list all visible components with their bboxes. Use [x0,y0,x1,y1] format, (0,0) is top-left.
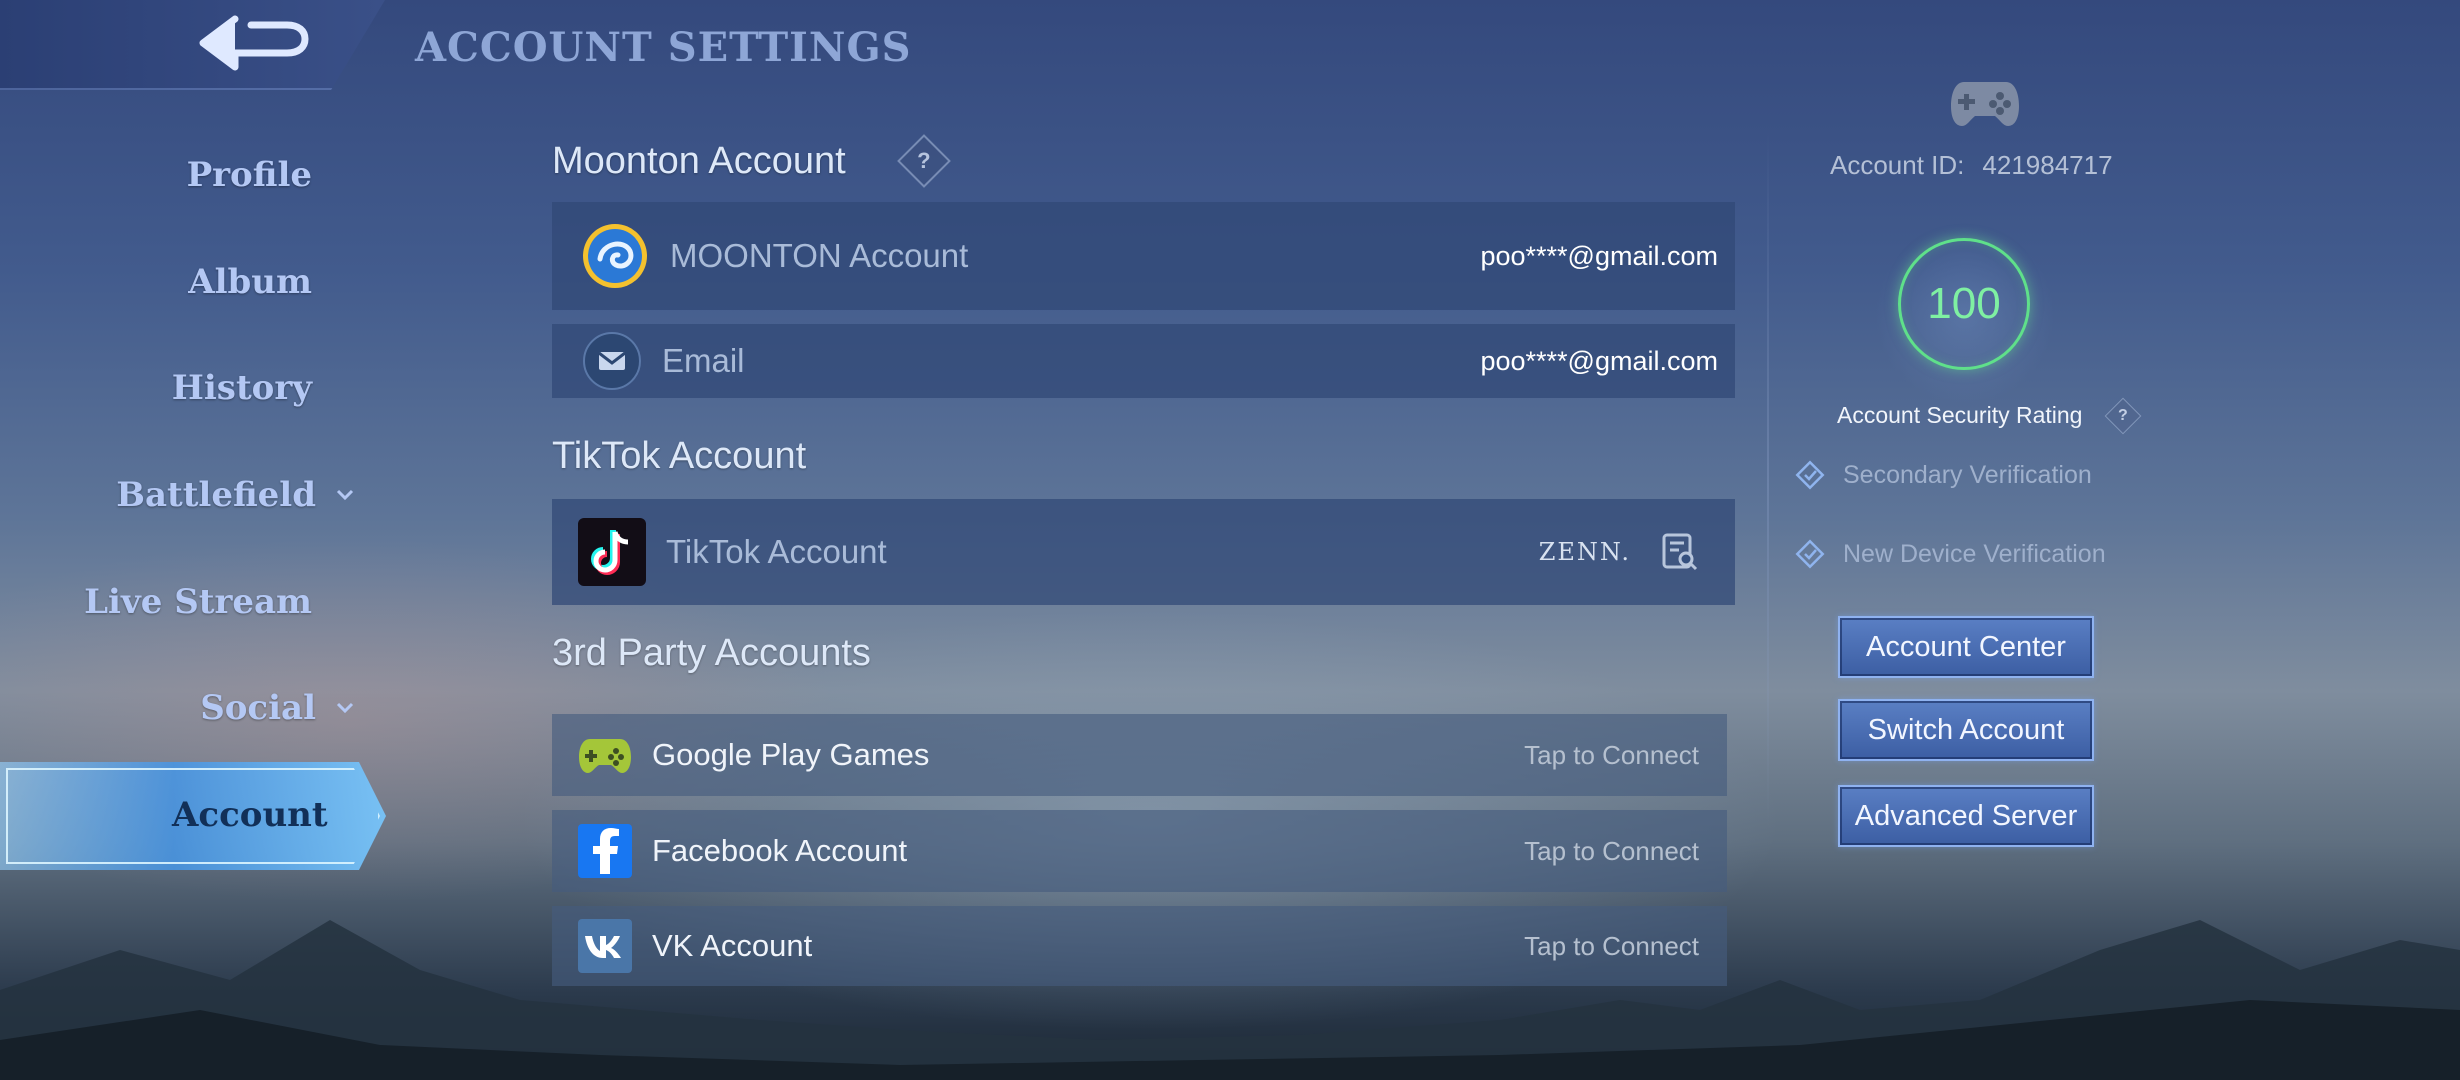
nav-item-label: Battlefield [116,475,316,515]
verification-label: New Device Verification [1843,539,2106,568]
verification-check-icon [1795,539,1825,569]
search-document-icon[interactable] [1659,531,1701,573]
vk-account-row[interactable]: VK Account Tap to Connect [552,906,1727,986]
panel-divider [1767,130,1769,830]
google-play-games-row[interactable]: Google Play Games Tap to Connect [552,714,1727,796]
nav-item-social[interactable]: Social [200,688,356,728]
moonton-section-title: Moonton Account [552,140,846,182]
facebook-icon [578,824,632,878]
account-id: Account ID: 421984717 [1830,150,2130,181]
new-device-verification[interactable]: New Device Verification [1795,539,2106,569]
help-icon: ? [917,147,931,173]
advanced-server-button[interactable]: Advanced Server [1838,785,2094,847]
moonton-account-row[interactable]: MOONTON Account poo****@gmail.com [552,202,1735,310]
help-icon: ? [2118,407,2128,424]
row-value: poo****@gmail.com [1480,240,1718,271]
moonton-logo-icon [580,221,650,291]
connect-link[interactable]: Tap to Connect [1524,740,1699,771]
security-rating-help-button[interactable]: ? [2104,397,2142,435]
gamepad-icon [1951,82,2019,126]
nav-item-profile[interactable]: Profile [187,155,312,195]
row-label: Facebook Account [652,833,908,868]
nav-item-battlefield[interactable]: Battlefield [116,475,356,515]
page-title: ACCOUNT SETTINGS [415,24,912,71]
tiktok-section-title: TikTok Account [552,435,807,477]
security-rating-score: 100 [1898,238,2030,370]
verification-check-icon [1795,460,1825,490]
account-id-label: Account ID: [1830,150,1965,180]
tiktok-username: ZENN. [1538,538,1631,566]
connect-link[interactable]: Tap to Connect [1524,836,1699,867]
email-row[interactable]: Email poo****@gmail.com [552,324,1735,398]
account-center-button[interactable]: Account Center [1838,616,2094,678]
email-icon [582,331,642,391]
chevron-down-icon [336,489,354,501]
moonton-help-button[interactable]: ? [897,134,951,188]
nav-item-label: Social [200,688,316,728]
nav-item-label: History [171,368,312,408]
row-label: Email [662,342,745,379]
row-value: poo****@gmail.com [1480,345,1718,376]
facebook-account-row[interactable]: Facebook Account Tap to Connect [552,810,1727,892]
row-label: MOONTON Account [670,237,969,274]
tiktok-account-row[interactable]: TikTok Account ZENN. [552,499,1735,605]
row-label: TikTok Account [666,533,887,570]
nav-item-label: Profile [186,155,312,195]
switch-account-button[interactable]: Switch Account [1838,699,2094,761]
nav-item-album[interactable]: Album [188,262,312,302]
back-button[interactable] [190,12,320,78]
google-play-games-icon [578,728,632,782]
tiktok-logo-icon [578,518,646,586]
security-rating-label: Account Security Rating [1837,402,2083,428]
back-arrow-icon [199,15,309,71]
row-label: VK Account [652,928,813,963]
connect-link[interactable]: Tap to Connect [1524,931,1699,962]
nav-item-history[interactable]: History [172,368,312,408]
nav-item-account-label: Account [172,795,328,835]
chevron-down-icon [336,702,354,714]
account-id-value: 421984717 [1982,150,2113,180]
secondary-verification[interactable]: Secondary Verification [1795,460,2092,490]
nav-item-label: Album [188,262,312,302]
row-label: Google Play Games [652,737,930,772]
verification-label: Secondary Verification [1843,460,2092,489]
nav-item-label: Live Stream [84,582,312,622]
third-party-section-title: 3rd Party Accounts [552,632,871,674]
nav-item-live-stream[interactable]: Live Stream [84,582,312,622]
vk-icon [578,919,632,973]
